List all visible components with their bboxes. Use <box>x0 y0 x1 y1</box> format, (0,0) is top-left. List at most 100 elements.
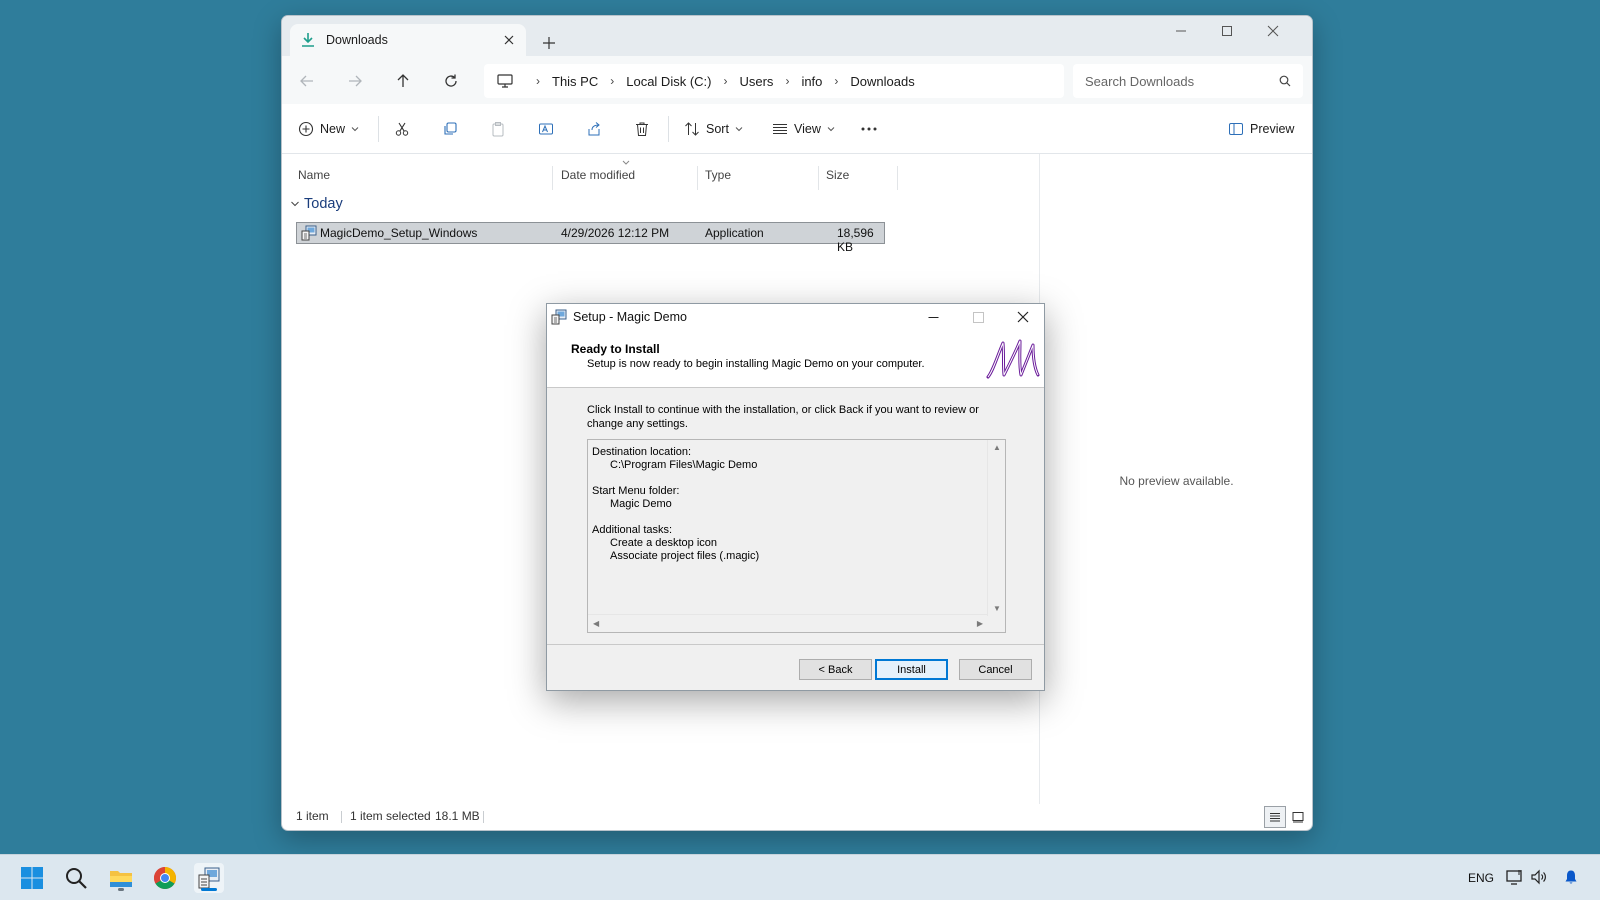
file-date: 4/29/2026 12:12 PM <box>561 226 670 240</box>
breadcrumb-chevron-icon: › <box>536 74 540 88</box>
setup-titlebar[interactable]: Setup - Magic Demo <box>547 304 1044 330</box>
column-divider[interactable] <box>552 166 553 190</box>
sort-icon <box>684 121 700 137</box>
maximize-button[interactable] <box>1204 16 1250 46</box>
column-divider[interactable] <box>818 166 819 190</box>
scroll-right-arrow-icon[interactable]: ▶ <box>977 619 983 628</box>
memo-tasks-label: Additional tasks: <box>592 524 673 536</box>
ready-memo-box[interactable]: Destination location: C:\Program Files\M… <box>587 439 1006 633</box>
memo-destination-value: C:\Program Files\Magic Demo <box>610 459 758 471</box>
minimize-button[interactable] <box>1158 16 1204 46</box>
address-bar[interactable]: › This PC › Local Disk (C:) › Users › in… <box>484 64 1064 98</box>
setup-title: Setup - Magic Demo <box>573 310 687 324</box>
scroll-down-arrow-icon[interactable]: ▼ <box>993 604 1001 613</box>
paste-button[interactable] <box>490 118 506 140</box>
sort-button[interactable]: Sort <box>684 118 743 140</box>
toolbar-divider <box>668 116 669 142</box>
details-view-icon <box>1270 813 1280 822</box>
scroll-left-arrow-icon[interactable]: ◀ <box>593 619 599 628</box>
share-button[interactable] <box>586 118 602 140</box>
share-icon <box>586 121 602 137</box>
language-indicator[interactable]: ENG <box>1468 871 1494 885</box>
tab-title: Downloads <box>326 33 388 47</box>
chevron-down-icon <box>827 125 835 133</box>
chevron-down-icon <box>290 199 300 209</box>
new-tab-button[interactable] <box>538 32 560 54</box>
details-view-button[interactable] <box>1264 806 1286 828</box>
see-more-button[interactable] <box>860 118 878 140</box>
trash-icon <box>634 121 650 137</box>
windows-start-icon[interactable] <box>17 863 47 893</box>
horizontal-scrollbar[interactable]: ◀ ▶ <box>588 614 988 632</box>
volume-icon[interactable] <box>1530 869 1548 885</box>
view-list-icon <box>772 121 788 137</box>
rename-button[interactable] <box>538 118 554 140</box>
file-row[interactable]: MagicDemo_Setup_Windows 4/29/2026 12:12 … <box>296 222 885 254</box>
refresh-icon[interactable] <box>440 70 462 92</box>
breadcrumb-info[interactable]: info <box>801 74 822 89</box>
group-header-today[interactable]: Today <box>290 196 343 212</box>
network-icon[interactable] <box>1506 869 1524 885</box>
close-window-button[interactable] <box>1250 16 1296 46</box>
breadcrumb-users[interactable]: Users <box>739 74 773 89</box>
file-explorer-icon[interactable] <box>106 863 136 893</box>
preview-pane-icon <box>1228 121 1244 137</box>
setup-app-icon[interactable] <box>194 863 224 893</box>
more-dots-icon <box>860 121 878 137</box>
close-tab-icon[interactable] <box>502 33 516 47</box>
breadcrumb-this-pc[interactable]: This PC <box>552 74 598 89</box>
notification-bell-icon[interactable] <box>1563 869 1579 885</box>
file-name: MagicDemo_Setup_Windows <box>320 226 478 240</box>
back-button[interactable]: < Back <box>799 659 872 680</box>
breadcrumb-chevron-icon: › <box>785 74 790 88</box>
preview-pane-button[interactable]: Preview <box>1228 118 1294 140</box>
memo-start-menu-value: Magic Demo <box>610 498 672 510</box>
new-label: New <box>320 122 346 136</box>
column-headers: Name Date modified Type Size <box>282 160 1022 192</box>
back-arrow-icon[interactable] <box>296 70 318 92</box>
breadcrumb-chevron-icon: › <box>610 74 615 88</box>
breadcrumb-downloads[interactable]: Downloads <box>850 74 914 89</box>
breadcrumb-chevron-icon: › <box>723 74 728 88</box>
cancel-button[interactable]: Cancel <box>959 659 1032 680</box>
scroll-up-arrow-icon[interactable]: ▲ <box>993 443 1001 452</box>
vertical-scrollbar[interactable]: ▲ ▼ <box>987 440 1005 616</box>
delete-button[interactable] <box>634 118 650 140</box>
sort-label: Sort <box>706 122 729 136</box>
cut-button[interactable] <box>394 118 410 140</box>
forward-arrow-icon[interactable] <box>344 70 366 92</box>
column-divider[interactable] <box>897 166 898 190</box>
column-name[interactable]: Name <box>298 168 330 182</box>
setup-header: Ready to Install Setup is now ready to b… <box>547 330 1044 388</box>
setup-close-button[interactable] <box>1001 304 1045 330</box>
running-indicator <box>118 888 124 891</box>
setup-app-icon <box>551 309 567 325</box>
tab-downloads[interactable]: Downloads <box>290 24 526 56</box>
install-button[interactable]: Install <box>875 659 948 680</box>
search-icon[interactable] <box>61 863 91 893</box>
new-button[interactable]: New <box>298 118 359 140</box>
active-indicator <box>201 888 217 891</box>
breadcrumb-local-disk[interactable]: Local Disk (C:) <box>626 74 711 89</box>
column-size[interactable]: Size <box>826 168 849 182</box>
chrome-icon[interactable] <box>150 863 180 893</box>
search-icon[interactable] <box>1279 75 1291 87</box>
setup-minimize-button[interactable] <box>911 304 955 330</box>
status-divider <box>483 811 484 823</box>
download-icon <box>300 32 316 48</box>
memo-destination-label: Destination location: <box>592 446 692 458</box>
copy-button[interactable] <box>442 118 458 140</box>
memo-start-menu-label: Start Menu folder: <box>592 485 680 497</box>
search-input[interactable] <box>1085 73 1279 89</box>
paste-icon <box>490 121 506 137</box>
column-type[interactable]: Type <box>705 168 731 182</box>
status-item-count: 1 item <box>296 809 329 823</box>
large-icons-view-icon <box>1292 812 1304 823</box>
tiles-view-button[interactable] <box>1287 806 1309 828</box>
setup-maximize-button[interactable] <box>956 304 1000 330</box>
column-date-modified[interactable]: Date modified <box>561 168 635 182</box>
explorer-titlebar: Downloads <box>282 16 1312 56</box>
up-arrow-icon[interactable] <box>392 70 414 92</box>
view-button[interactable]: View <box>772 118 835 140</box>
column-divider[interactable] <box>697 166 698 190</box>
